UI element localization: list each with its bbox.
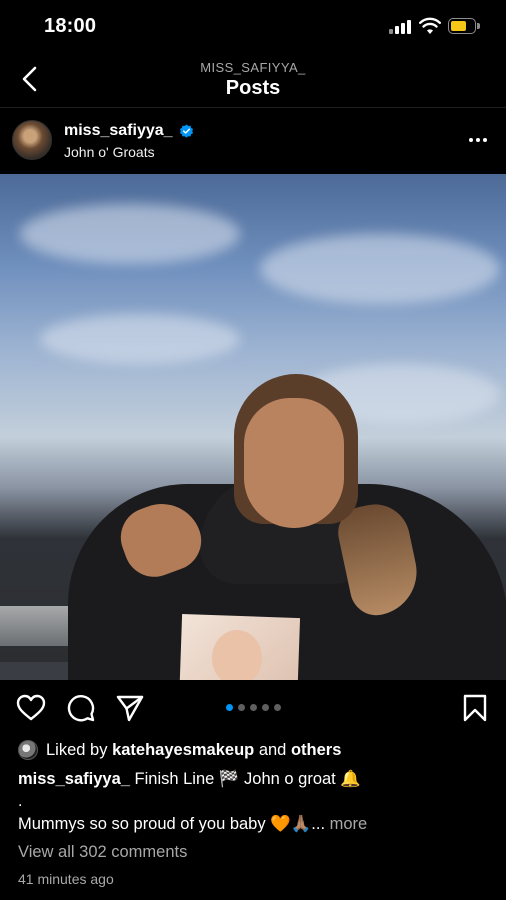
carousel-indicator	[226, 704, 281, 711]
page-title: Posts	[225, 77, 281, 99]
paper-plane-icon[interactable]	[115, 693, 145, 723]
caption-text-2: Mummys so so proud of you baby 🧡🙏🏽...	[18, 815, 326, 833]
nav-header: MISS_SAFIYYA_ Posts	[0, 52, 506, 108]
nav-username: MISS_SAFIYYA_	[200, 60, 306, 75]
liked-by-user[interactable]: katehayesmakeup	[112, 741, 254, 759]
author-avatar[interactable]	[12, 120, 52, 160]
caption-more-link[interactable]: more	[330, 815, 368, 833]
bookmark-icon[interactable]	[460, 693, 490, 723]
author-username[interactable]: miss_safiyya_	[64, 122, 173, 140]
carousel-dot	[226, 704, 233, 711]
wifi-icon	[419, 17, 441, 34]
status-time: 18:00	[44, 15, 97, 37]
post-timestamp: 41 minutes ago	[18, 871, 114, 887]
comment-bubble-icon[interactable]	[66, 693, 96, 723]
carousel-dot	[274, 704, 281, 711]
liked-by-others[interactable]: others	[291, 741, 341, 759]
caption-line-1: miss_safiyya_ Finish Line 🏁 John o groat…	[18, 770, 490, 789]
carousel-dot	[250, 704, 257, 711]
author-row: miss_safiyya_	[64, 122, 194, 140]
liked-by-prefix: Liked by	[46, 740, 108, 759]
carousel-dot	[238, 704, 245, 711]
liked-by-and: and	[258, 740, 287, 759]
more-options-icon[interactable]	[468, 132, 488, 148]
battery-icon	[448, 18, 480, 34]
status-bar: 18:00	[0, 0, 506, 52]
view-comments-link[interactable]: View all 302 comments	[18, 843, 490, 862]
caption-line-2: Mummys so so proud of you baby 🧡🙏🏽... mo…	[18, 815, 490, 834]
liker-avatar[interactable]	[18, 740, 38, 760]
caption-dot: .	[18, 793, 23, 810]
heart-icon[interactable]	[16, 693, 46, 723]
post-location[interactable]: John o' Groats	[64, 144, 155, 160]
verified-badge-icon	[179, 123, 193, 138]
post-photo[interactable]	[0, 174, 506, 680]
post-header: miss_safiyya_ John o' Groats	[0, 108, 506, 174]
post-actions	[0, 680, 506, 736]
carousel-dot	[262, 704, 269, 711]
caption-author[interactable]: miss_safiyya_	[18, 770, 130, 788]
cellular-signal-icon	[389, 20, 413, 34]
likes-summary: Liked by katehayesmakeup and others	[18, 740, 490, 760]
caption-text-1: Finish Line 🏁 John o groat 🔔	[134, 770, 361, 788]
